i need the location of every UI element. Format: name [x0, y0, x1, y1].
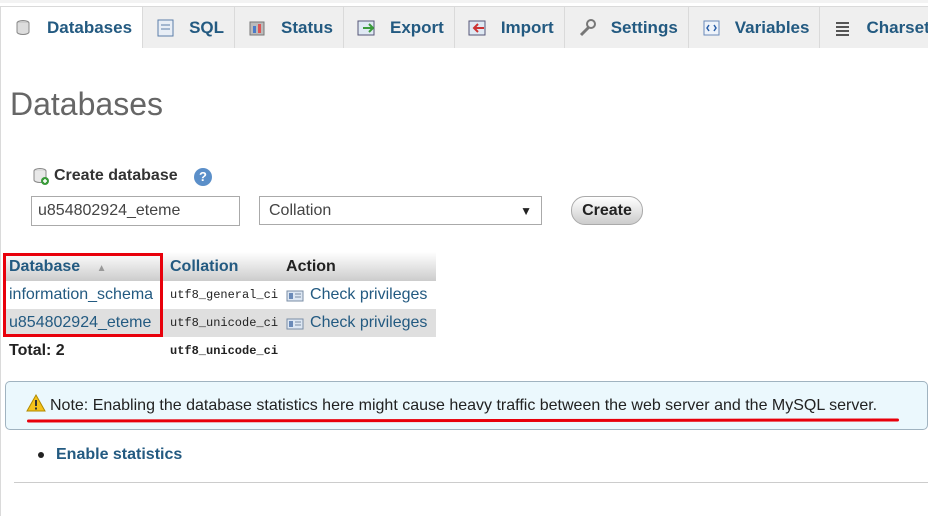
tab-charset[interactable]: Charset [820, 6, 928, 48]
total-row: Total: 2 utf8_unicode_ci [5, 337, 437, 365]
notice-text: Note: Enabling the database statistics h… [50, 396, 878, 414]
tab-label: Settings [610, 17, 678, 37]
check-privileges-label: Check privileges [310, 314, 428, 331]
tab-label: Export [389, 17, 444, 37]
database-name-input[interactable] [31, 196, 240, 226]
create-button[interactable]: Create [571, 196, 643, 225]
charset-icon [832, 18, 854, 38]
statistics-notice: Note: Enabling the database statistics h… [5, 381, 928, 430]
check-privileges-link[interactable]: Check privileges [286, 314, 432, 332]
dropdown-arrow-icon: ▼ [520, 203, 532, 218]
import-icon [467, 18, 489, 38]
check-privileges-link[interactable]: Check privileges [286, 286, 432, 304]
tab-import[interactable]: Import [454, 6, 565, 48]
check-privileges-label: Check privileges [310, 286, 428, 303]
tab-sql[interactable]: SQL [143, 6, 236, 48]
tab-label: Status [281, 17, 333, 37]
tab-variables[interactable]: Variables [688, 6, 821, 48]
list-bullet [38, 452, 44, 458]
help-icon[interactable]: ? [194, 168, 212, 186]
left-border [0, 48, 1, 516]
create-database-heading: Create database [32, 166, 178, 186]
database-icon [13, 18, 35, 38]
privileges-icon [286, 317, 304, 330]
collation-sort-link[interactable]: Collation [170, 258, 238, 275]
collation-cell: utf8_unicode_ci [170, 316, 279, 330]
collation-cell: utf8_general_ci [170, 288, 279, 302]
total-label: Total: 2 [5, 337, 166, 365]
warning-icon [26, 393, 46, 417]
sql-icon [155, 18, 177, 38]
tab-status[interactable]: Status [235, 6, 344, 48]
tab-label: Import [500, 17, 554, 37]
action-column-header: Action [282, 252, 437, 281]
annotation-highlight-box [3, 253, 163, 337]
status-icon [247, 18, 269, 38]
wrench-icon [577, 18, 599, 38]
enable-statistics-item: Enable statistics [38, 446, 182, 464]
collation-column-header[interactable]: Collation [166, 252, 283, 281]
enable-statistics-link[interactable]: Enable statistics [56, 446, 182, 464]
top-border [0, 0, 928, 3]
tab-label: SQL [189, 17, 225, 37]
tab-label: Charset [866, 17, 928, 37]
bottom-divider [14, 482, 928, 483]
create-database-icon [32, 166, 50, 186]
tab-settings[interactable]: Settings [564, 6, 689, 48]
total-action-empty [282, 337, 437, 365]
tab-export[interactable]: Export [343, 6, 455, 48]
tab-databases[interactable]: Databases [0, 6, 144, 48]
export-icon [356, 18, 378, 38]
variables-icon [701, 18, 723, 38]
top-menu-bar: Databases SQL Status Export Import Setti… [0, 0, 928, 48]
total-collation: utf8_unicode_ci [166, 337, 283, 365]
create-database-label: Create database [54, 167, 178, 184]
page-title: Databases [10, 86, 163, 122]
tab-label: Databases [47, 17, 133, 37]
privileges-icon [286, 289, 304, 302]
tab-label: Variables [734, 17, 810, 37]
collation-select[interactable]: Collation ▼ [259, 196, 542, 225]
collation-select-value: Collation [269, 201, 332, 219]
main-tabs: Databases SQL Status Export Import Setti… [0, 6, 928, 48]
